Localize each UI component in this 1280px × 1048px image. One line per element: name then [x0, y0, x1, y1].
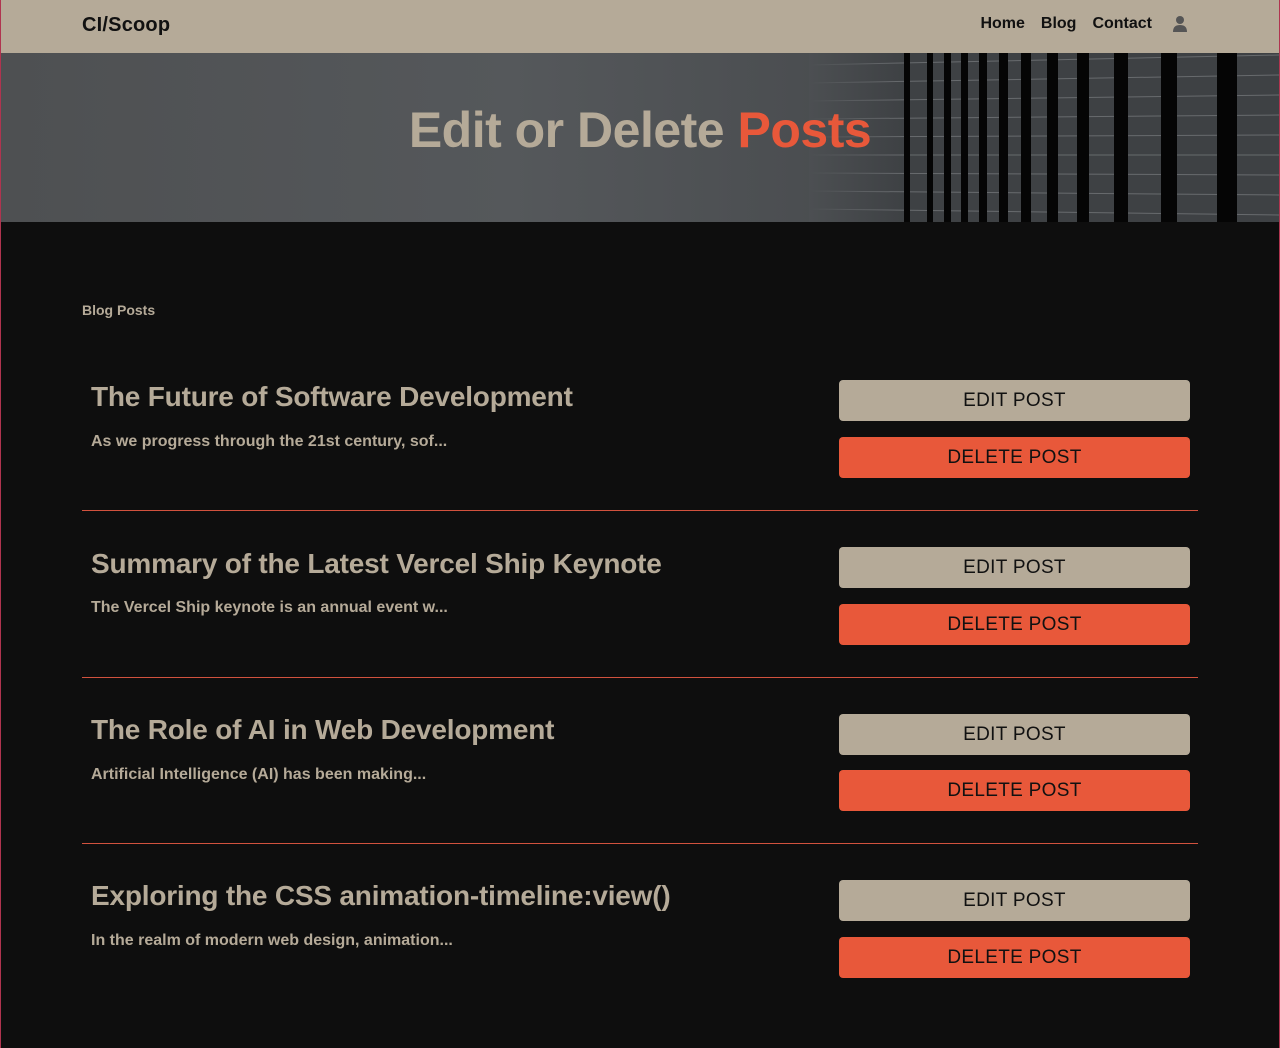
post-title: Exploring the CSS animation-timeline:vie… — [91, 880, 671, 911]
post-excerpt: As we progress through the 21st century,… — [91, 433, 448, 450]
nav-link-home[interactable]: Home — [980, 15, 1024, 33]
post-item: The Future of Software Development As we… — [82, 344, 1198, 511]
brand-logo[interactable]: CI/Scoop — [82, 14, 170, 37]
page-title-main: Edit or Delete — [408, 102, 738, 158]
page: CI/Scoop Home Blog Contact Edit or Delet… — [0, 0, 1280, 1048]
post-title: The Future of Software Development — [91, 381, 573, 412]
edit-post-button[interactable]: EDIT POST — [839, 714, 1190, 755]
nav-link-blog[interactable]: Blog — [1041, 15, 1077, 33]
nav-links: Home Blog Contact — [980, 15, 1188, 33]
user-icon[interactable] — [1172, 15, 1188, 33]
nav-link-contact[interactable]: Contact — [1092, 15, 1152, 33]
edit-post-button[interactable]: EDIT POST — [839, 547, 1190, 588]
post-item: Summary of the Latest Vercel Ship Keynot… — [82, 511, 1198, 678]
page-title: Edit or Delete Posts — [1, 101, 1279, 159]
delete-post-button[interactable]: DELETE POST — [839, 937, 1190, 978]
hero-banner: Edit or Delete Posts — [1, 53, 1279, 222]
post-excerpt: In the realm of modern web design, anima… — [91, 932, 453, 949]
page-title-accent: Posts — [737, 102, 872, 158]
delete-post-button[interactable]: DELETE POST — [839, 604, 1190, 645]
delete-post-button[interactable]: DELETE POST — [839, 770, 1190, 811]
post-title: Summary of the Latest Vercel Ship Keynot… — [91, 548, 662, 579]
section-label: Blog Posts — [82, 302, 156, 318]
post-item: Exploring the CSS animation-timeline:vie… — [82, 843, 1198, 1010]
post-excerpt: Artificial Intelligence (AI) has been ma… — [91, 766, 427, 783]
post-title: The Role of AI in Web Development — [91, 714, 555, 745]
post-excerpt: The Vercel Ship keynote is an annual eve… — [91, 599, 448, 616]
navbar: CI/Scoop Home Blog Contact — [1, 0, 1279, 53]
post-item: The Role of AI in Web Development Artifi… — [82, 677, 1198, 844]
delete-post-button[interactable]: DELETE POST — [839, 437, 1190, 478]
edit-post-button[interactable]: EDIT POST — [839, 380, 1190, 421]
edit-post-button[interactable]: EDIT POST — [839, 880, 1190, 921]
